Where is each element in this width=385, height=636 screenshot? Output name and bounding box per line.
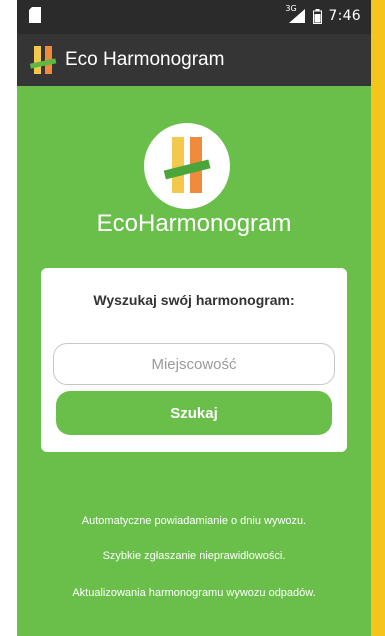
phone-screen: 3G 7:46 Eco Harmonogram EcoHarmonogram W… (17, 0, 371, 636)
city-search-input[interactable] (53, 343, 335, 385)
search-button[interactable]: Szukaj (56, 391, 332, 435)
brand-name: EcoHarmonogram (96, 210, 292, 237)
signal-indicator: 3G (285, 4, 307, 24)
app-logo-icon (163, 137, 211, 193)
search-card: Wyszukaj swój harmonogram: Szukaj (41, 268, 347, 452)
battery-icon (313, 8, 323, 24)
feature-text-notifications: Automatyczne powiadamianie o dniu wywozu… (81, 515, 307, 527)
feature-text-updates: Aktualizowania harmonogramu wywozu odpad… (72, 587, 316, 599)
clock-time: 7:46 (328, 8, 361, 24)
brand-logo (144, 123, 230, 209)
network-type-label: 3G (285, 4, 297, 13)
side-accent-bar (371, 0, 385, 636)
sd-card-icon (29, 7, 41, 23)
status-bar: 3G 7:46 (17, 0, 371, 34)
feature-text-reporting: Szybkie zgłaszanie nieprawidłowości. (102, 550, 286, 562)
app-logo-icon (29, 46, 57, 74)
search-card-title: Wyszukaj swój harmonogram: (93, 292, 295, 308)
app-bar: Eco Harmonogram (17, 34, 371, 86)
app-bar-title: Eco Harmonogram (65, 49, 225, 70)
status-indicators: 3G 7:46 (285, 4, 361, 24)
